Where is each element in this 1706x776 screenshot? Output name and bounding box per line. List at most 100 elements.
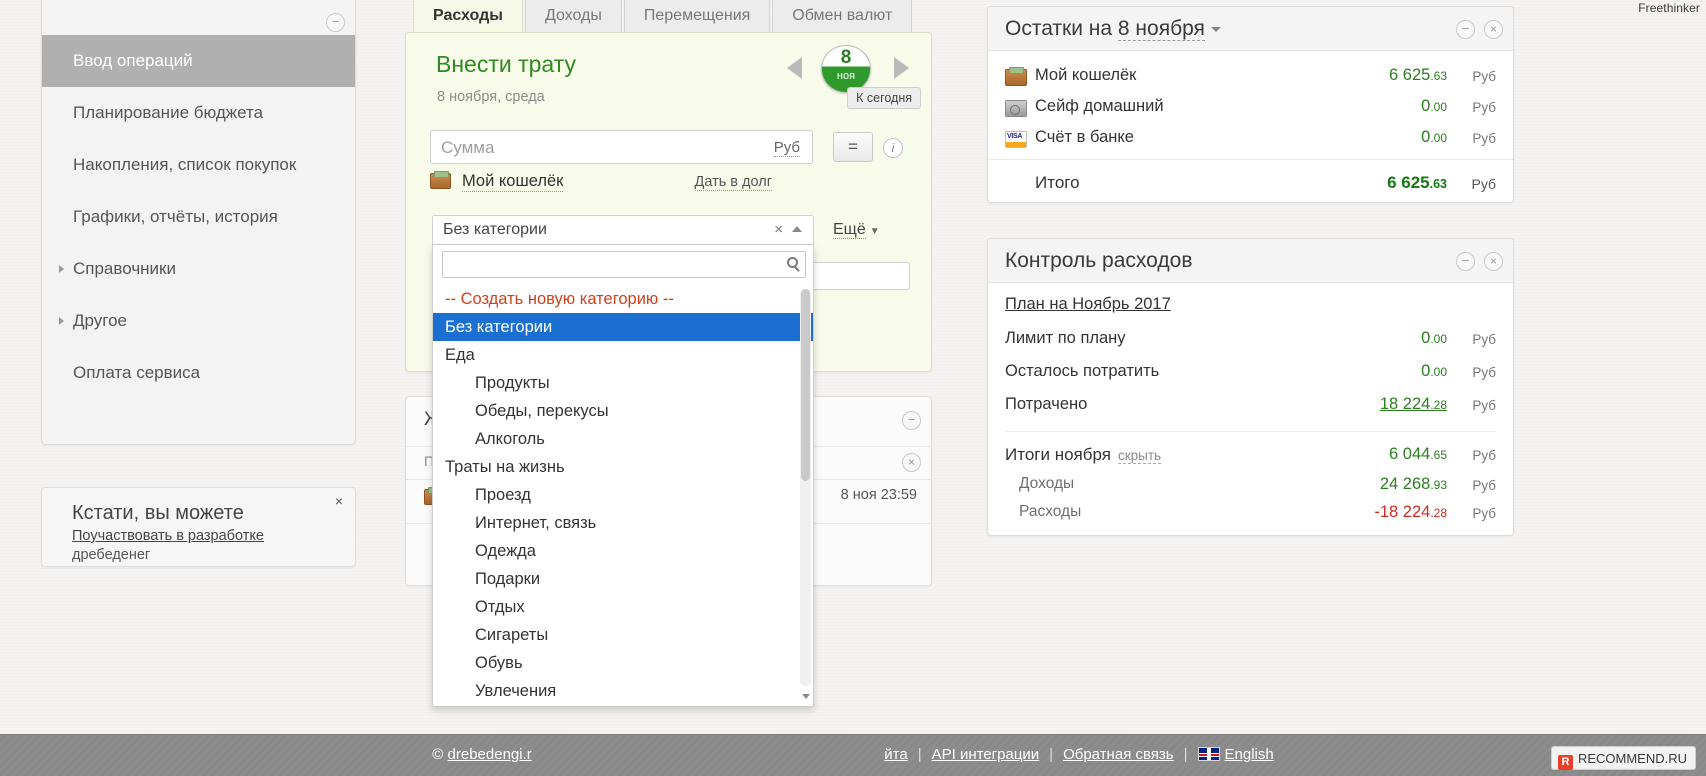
chevron-right-icon (59, 317, 64, 325)
summary-title: Итоги ноября (1005, 445, 1111, 464)
mail-link[interactable]: йта (884, 746, 907, 763)
chevron-down-icon[interactable] (1210, 26, 1221, 32)
amount-int: -18 224 (1374, 503, 1431, 521)
amount-cents: .28 (1430, 398, 1447, 412)
wallet-icon (1005, 67, 1027, 86)
promo-subtitle: дребеденег (72, 547, 151, 563)
list-item-create-category[interactable]: -- Создать новую категорию -- (433, 285, 813, 313)
tab-expenses[interactable]: Расходы (413, 0, 523, 32)
account-currency: Руб (1472, 69, 1496, 84)
sidebar-item-reports[interactable]: Графики, отчёты, история (42, 191, 355, 243)
list-item[interactable]: Сигареты (433, 621, 813, 649)
copyright-symbol: © (432, 746, 448, 763)
recommend-text: RECOMMEND.RU (1577, 751, 1687, 766)
page-footer: © drebedengi.rxxxxxxxxxxxxxxxxxxxxxxxxxx… (0, 734, 1706, 776)
control-row-currency: Руб (1472, 365, 1496, 380)
currency-selector[interactable]: Руб (773, 139, 800, 157)
summary-row-currency: Руб (1472, 478, 1496, 493)
control-row-label: Потрачено (1005, 395, 1088, 413)
account-name: Мой кошелёк (1035, 66, 1137, 84)
api-link[interactable]: API интеграции (932, 746, 1040, 763)
clear-icon[interactable]: × (774, 221, 783, 238)
log-card-collapse-button[interactable]: − (902, 411, 921, 430)
site-link[interactable]: drebedengi.r (448, 746, 532, 763)
list-item[interactable]: Без категории (433, 313, 813, 341)
sidebar-item-savings[interactable]: Накопления, список покупок (42, 139, 355, 191)
promo-close-button[interactable]: × (335, 493, 343, 509)
control-close-button[interactable]: × (1484, 252, 1503, 271)
monthly-plan-link[interactable]: План на Ноябрь 2017 (1005, 295, 1171, 314)
entry-tabs: Расходы Доходы Перемещения Обмен валют (413, 0, 914, 32)
more-options-link[interactable]: Ещё ▼ (833, 221, 880, 239)
language-link[interactable]: English (1225, 746, 1274, 763)
list-item[interactable]: Алкоголь (433, 425, 813, 453)
date-badge[interactable]: 8 ноя (821, 45, 871, 93)
category-search-input[interactable] (442, 251, 806, 278)
sidebar-item-other[interactable]: Другое (42, 295, 355, 347)
separator: | (1183, 746, 1188, 763)
tab-exchange[interactable]: Обмен валют (772, 0, 913, 32)
scroll-down-button[interactable] (800, 689, 811, 703)
summary-hide-link[interactable]: скрыть (1117, 448, 1162, 464)
amount-cents: .00 (1430, 131, 1447, 145)
control-row-label: Осталось потратить (1005, 362, 1160, 380)
dropdown-scrollbar[interactable] (800, 289, 811, 686)
control-row-amount: 0.00 (1421, 329, 1447, 348)
tab-incomes[interactable]: Доходы (524, 0, 622, 32)
balances-collapse-button[interactable]: − (1456, 20, 1475, 39)
chevron-down-icon (801, 694, 810, 699)
control-row-label: Лимит по плану (1005, 329, 1126, 347)
log-card-delete-button[interactable]: × (902, 453, 921, 472)
info-icon[interactable]: i (883, 138, 903, 158)
control-row-amount-link[interactable]: 18 224.28 (1380, 395, 1447, 414)
entry-card-date: 8 ноября, среда (437, 89, 545, 105)
search-icon (787, 257, 798, 268)
footer-links: © drebedengi.rxxxxxxxxxxxxxxxxxxxxxxxxxx… (0, 746, 1706, 763)
sidebar-collapse-button[interactable]: − (326, 13, 345, 32)
wallet-icon (430, 171, 451, 189)
feedback-link[interactable]: Обратная связь (1063, 746, 1174, 763)
next-day-button[interactable] (894, 57, 909, 79)
sidebar-item-label: Графики, отчёты, история (73, 207, 278, 226)
summary-label: Итоги ноября скрыть (1005, 445, 1162, 465)
scrollbar-thumb[interactable] (801, 289, 810, 481)
divider (1005, 431, 1496, 432)
sidebar-item-operations[interactable]: Ввод операций (42, 35, 355, 87)
divider (988, 159, 1513, 160)
list-item[interactable]: Интернет, связь (433, 509, 813, 537)
list-item[interactable]: Еда (433, 341, 813, 369)
category-select-header[interactable]: Без категории × (432, 215, 814, 245)
list-item[interactable]: Траты на жизнь (433, 453, 813, 481)
sidebar-item-payment[interactable]: Оплата сервиса (42, 347, 355, 399)
previous-day-button[interactable] (787, 57, 802, 79)
list-item[interactable]: Обувь (433, 649, 813, 677)
today-button[interactable]: К сегодня (847, 87, 921, 109)
balances-close-button[interactable]: × (1484, 20, 1503, 39)
list-item[interactable]: Продукты (433, 369, 813, 397)
wallet-name[interactable]: Мой кошелёк (462, 172, 564, 192)
tab-transfers[interactable]: Перемещения (623, 0, 771, 32)
sidebar-item-budget[interactable]: Планирование бюджета (42, 87, 355, 139)
control-collapse-button[interactable]: − (1456, 252, 1475, 271)
amount-int: 0 (1421, 97, 1431, 115)
list-item[interactable]: Проезд (433, 481, 813, 509)
chevron-up-icon[interactable] (792, 226, 802, 232)
amount-input[interactable]: Сумма Руб (430, 130, 813, 164)
list-item[interactable]: Одежда (433, 537, 813, 565)
list-item[interactable]: Подарки (433, 565, 813, 593)
list-item[interactable]: Обеды, перекусы (433, 397, 813, 425)
promo-link[interactable]: Поучаствовать в разработке (72, 526, 337, 546)
safe-icon (1005, 100, 1027, 117)
comment-input[interactable] (810, 262, 910, 290)
balances-date[interactable]: 8 ноября (1117, 17, 1205, 41)
lend-link[interactable]: Дать в долг (694, 174, 772, 191)
sidebar-item-references[interactable]: Справочники (42, 243, 355, 295)
amount-int: 0 (1421, 362, 1431, 380)
recommend-mark-icon: R (1557, 755, 1573, 770)
sidebar-menu: Ввод операций Планирование бюджета Накоп… (42, 35, 355, 399)
account-name: Сейф домашний (1035, 97, 1164, 115)
amount-cents: .00 (1430, 365, 1447, 379)
list-item[interactable]: Отдых (433, 593, 813, 621)
calculator-button[interactable]: = (833, 132, 873, 162)
list-item[interactable]: Увлечения (433, 677, 813, 705)
